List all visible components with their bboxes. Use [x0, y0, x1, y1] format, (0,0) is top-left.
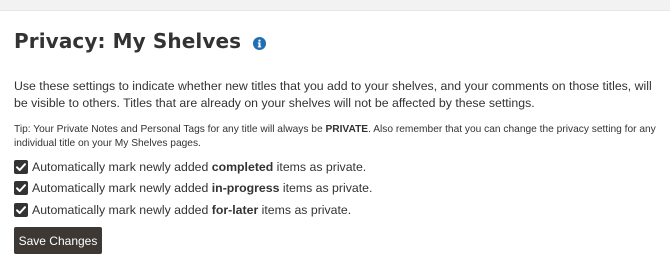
checkmark-icon	[16, 162, 26, 171]
option-completed[interactable]: Automatically mark newly added completed…	[14, 158, 372, 175]
tip-prefix: Tip: Your Private Notes and Personal Tag…	[14, 124, 326, 135]
tip-emphasis: PRIVATE	[325, 124, 369, 135]
checkmark-icon	[16, 184, 26, 192]
in-progress-checkbox[interactable]	[14, 181, 28, 195]
info-circle-icon[interactable]	[253, 36, 267, 50]
tip-text: Tip: Your Private Notes and Personal Tag…	[14, 123, 662, 151]
page-title: Privacy: My Shelves	[14, 29, 242, 53]
for-later-checkbox[interactable]	[14, 202, 28, 217]
option-label: Automatically mark newly added for-later…	[32, 202, 352, 217]
intro-text: Use these settings to indicate whether n…	[14, 79, 652, 110]
option-label: Automatically mark newly added in-progre…	[32, 181, 373, 195]
top-bar	[0, 0, 670, 11]
completed-checkbox[interactable]	[14, 159, 28, 174]
title-row: Privacy: My Shelves	[14, 29, 267, 53]
option-label: Automatically mark newly added completed…	[32, 159, 367, 174]
option-for-later[interactable]: Automatically mark newly added for-later…	[14, 201, 372, 218]
option-in-progress[interactable]: Automatically mark newly added in-progre…	[14, 180, 372, 197]
checkmark-icon	[16, 205, 26, 214]
privacy-options: Automatically mark newly added completed…	[14, 158, 372, 223]
save-changes-button[interactable]: Save Changes	[14, 227, 102, 254]
